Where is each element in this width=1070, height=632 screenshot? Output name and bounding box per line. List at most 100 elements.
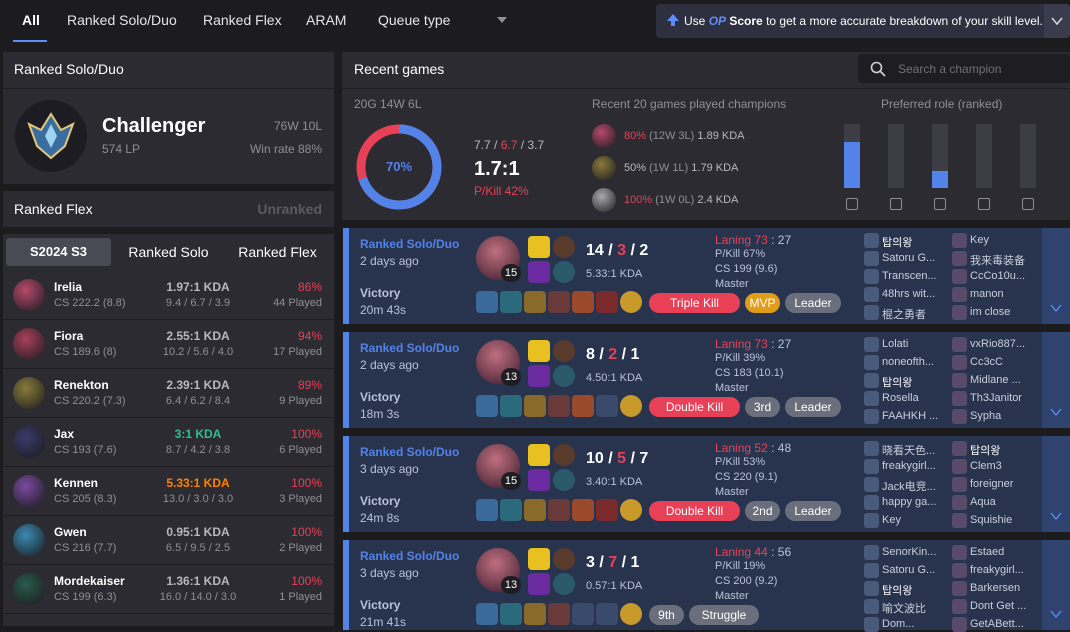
item-slot[interactable] [524, 291, 546, 313]
item-slot[interactable] [548, 395, 570, 417]
team1-player[interactable]: FAAHKH ... [882, 410, 944, 422]
item-slot[interactable] [476, 395, 498, 417]
item-slot[interactable] [548, 499, 570, 521]
item-slot[interactable] [548, 603, 570, 625]
team2-player[interactable]: Cc3cC [970, 356, 1036, 368]
champion-search-input[interactable]: Search a champion [858, 54, 1070, 83]
banner-dropdown[interactable] [1044, 4, 1070, 38]
team1-player[interactable]: Dom... [882, 618, 944, 630]
tab-ranked-flex[interactable]: Ranked Flex [203, 12, 282, 28]
team1-player[interactable]: noneofth... [882, 356, 944, 368]
expand-match-button[interactable] [1042, 332, 1070, 428]
team2-player[interactable]: im close [970, 306, 1036, 318]
team1-player[interactable]: Transcen... [882, 270, 944, 282]
item-slot[interactable] [620, 603, 642, 625]
item-slot[interactable] [524, 395, 546, 417]
item-slot[interactable] [524, 603, 546, 625]
item-slot[interactable] [476, 291, 498, 313]
team2-player[interactable]: Key [970, 234, 1036, 246]
team2-player[interactable]: Estaed [970, 546, 1036, 558]
champion-row[interactable]: Gwen CS 216 (7.7) 0.95:1 KDA 6.5 / 9.5 / 2.… [3, 516, 334, 565]
tab-ranked-solo[interactable]: Ranked Solo [116, 238, 221, 266]
item-slot[interactable] [596, 603, 618, 625]
team2-player[interactable]: freakygirl... [970, 564, 1036, 576]
item-slot[interactable] [572, 603, 594, 625]
team1-player[interactable]: SenorKin... [882, 546, 944, 558]
item-slot[interactable] [500, 499, 522, 521]
team1-player[interactable]: Satoru G... [882, 564, 944, 576]
item-slot[interactable] [596, 395, 618, 417]
team2-player[interactable]: CcCo10u... [970, 270, 1036, 282]
expand-match-button[interactable] [1042, 540, 1070, 630]
team2-player[interactable]: GetABett... [970, 618, 1036, 630]
match-card[interactable]: Ranked Solo/Duo 2 days ago Victory 18m 3s 13… [343, 332, 1070, 428]
item-slot[interactable] [476, 499, 498, 521]
tab-aram[interactable]: ARAM [306, 12, 346, 28]
match-card[interactable]: Ranked Solo/Duo 3 days ago Victory 21m 41s 1… [343, 540, 1070, 632]
chevron-down-icon [1050, 512, 1062, 520]
rune-keystone-icon [553, 548, 575, 570]
team1-player[interactable]: Rosella [882, 392, 944, 404]
tab-ranked-solo-duo[interactable]: Ranked Solo/Duo [67, 12, 177, 28]
role-bar-fill-mid [932, 171, 948, 188]
queue-type-select[interactable]: Queue type [378, 12, 450, 28]
team1-player[interactable]: 탑의왕 [882, 234, 944, 250]
tab-ranked-flex-season[interactable]: Ranked Flex [225, 238, 330, 266]
champion-row[interactable]: Mordekaiser CS 199 (6.3) 1.36:1 KDA 16.0 / … [3, 565, 334, 614]
team2-player[interactable]: Sypha [970, 410, 1036, 422]
team1-player[interactable]: happy ga... [882, 496, 944, 508]
item-slot[interactable] [596, 499, 618, 521]
team2-player[interactable]: Midlane ... [970, 374, 1036, 386]
op-score-banner[interactable]: Use OP Score to get a more accurate brea… [656, 4, 1070, 38]
team1-player[interactable]: Satoru G... [882, 252, 944, 264]
champion-row[interactable]: Fiora CS 189.6 (8) 2.55:1 KDA 10.2 / 5.6 / … [3, 320, 334, 369]
match-duration: 20m 43s [360, 303, 407, 317]
team1-player[interactable]: 喻文波比 [882, 600, 944, 616]
team1-player[interactable]: 탑의왕 [882, 374, 944, 390]
item-slot[interactable] [572, 499, 594, 521]
item-slot[interactable] [524, 499, 546, 521]
tab-all[interactable]: All [22, 12, 40, 28]
champion-row[interactable]: Kennen CS 205 (8.3) 5.33:1 KDA 13.0 / 3.0 /… [3, 467, 334, 516]
team1-player[interactable]: 晓看天色... [882, 442, 944, 458]
expand-match-button[interactable] [1042, 228, 1070, 324]
champion-row[interactable]: Jax CS 193 (7.6) 3:1 KDA 8.7 / 4.2 / 3.8 100… [3, 418, 334, 467]
match-card[interactable]: Ranked Solo/Duo 3 days ago Victory 24m 8s 15… [343, 436, 1070, 532]
item-slot[interactable] [500, 603, 522, 625]
match-card[interactable]: Ranked Solo/Duo 2 days ago Victory 20m 43s 1… [343, 228, 1070, 324]
team2-player[interactable]: Th3Janitor [970, 392, 1036, 404]
team2-player[interactable]: Barkersen [970, 582, 1036, 594]
item-slot[interactable] [548, 291, 570, 313]
item-slot[interactable] [620, 499, 642, 521]
team1-player[interactable]: 48hrs wit... [882, 288, 944, 300]
team2-player[interactable]: 我来毒装备 [970, 252, 1036, 268]
chevron-down-icon[interactable] [496, 16, 508, 24]
team2-player[interactable]: Aqua [970, 496, 1036, 508]
champion-row[interactable]: Irelia CS 222.2 (8.8) 1.97:1 KDA 9.4 / 6.7 … [3, 271, 334, 320]
team1-player[interactable]: Jack电竞... [882, 478, 944, 494]
item-slot[interactable] [572, 395, 594, 417]
champion-row[interactable]: Renekton CS 220.2 (7.3) 2.39:1 KDA 6.4 / 6.… [3, 369, 334, 418]
tab-s2024-s3[interactable]: S2024 S3 [6, 238, 111, 266]
team1-player[interactable]: Lolati [882, 338, 944, 350]
item-slot[interactable] [476, 603, 498, 625]
item-slot[interactable] [620, 395, 642, 417]
team2-player[interactable]: 탑의왕 [970, 442, 1036, 458]
team2-player[interactable]: vxRio887... [970, 338, 1036, 350]
team2-player[interactable]: manon [970, 288, 1036, 300]
team1-player[interactable]: 棍之勇者 [882, 306, 944, 322]
search-placeholder: Search a champion [898, 62, 1002, 76]
item-slot[interactable] [620, 291, 642, 313]
item-slot[interactable] [500, 395, 522, 417]
team2-player[interactable]: Dont Get ... [970, 600, 1036, 612]
item-slot[interactable] [596, 291, 618, 313]
team1-player[interactable]: freakygirl... [882, 460, 944, 472]
team2-player[interactable]: foreigner [970, 478, 1036, 490]
expand-match-button[interactable] [1042, 436, 1070, 532]
team1-player[interactable]: Key [882, 514, 944, 526]
team2-player[interactable]: Squishie [970, 514, 1036, 526]
team2-player[interactable]: Clem3 [970, 460, 1036, 472]
team1-player[interactable]: 탑의왕 [882, 582, 944, 598]
item-slot[interactable] [500, 291, 522, 313]
item-slot[interactable] [572, 291, 594, 313]
